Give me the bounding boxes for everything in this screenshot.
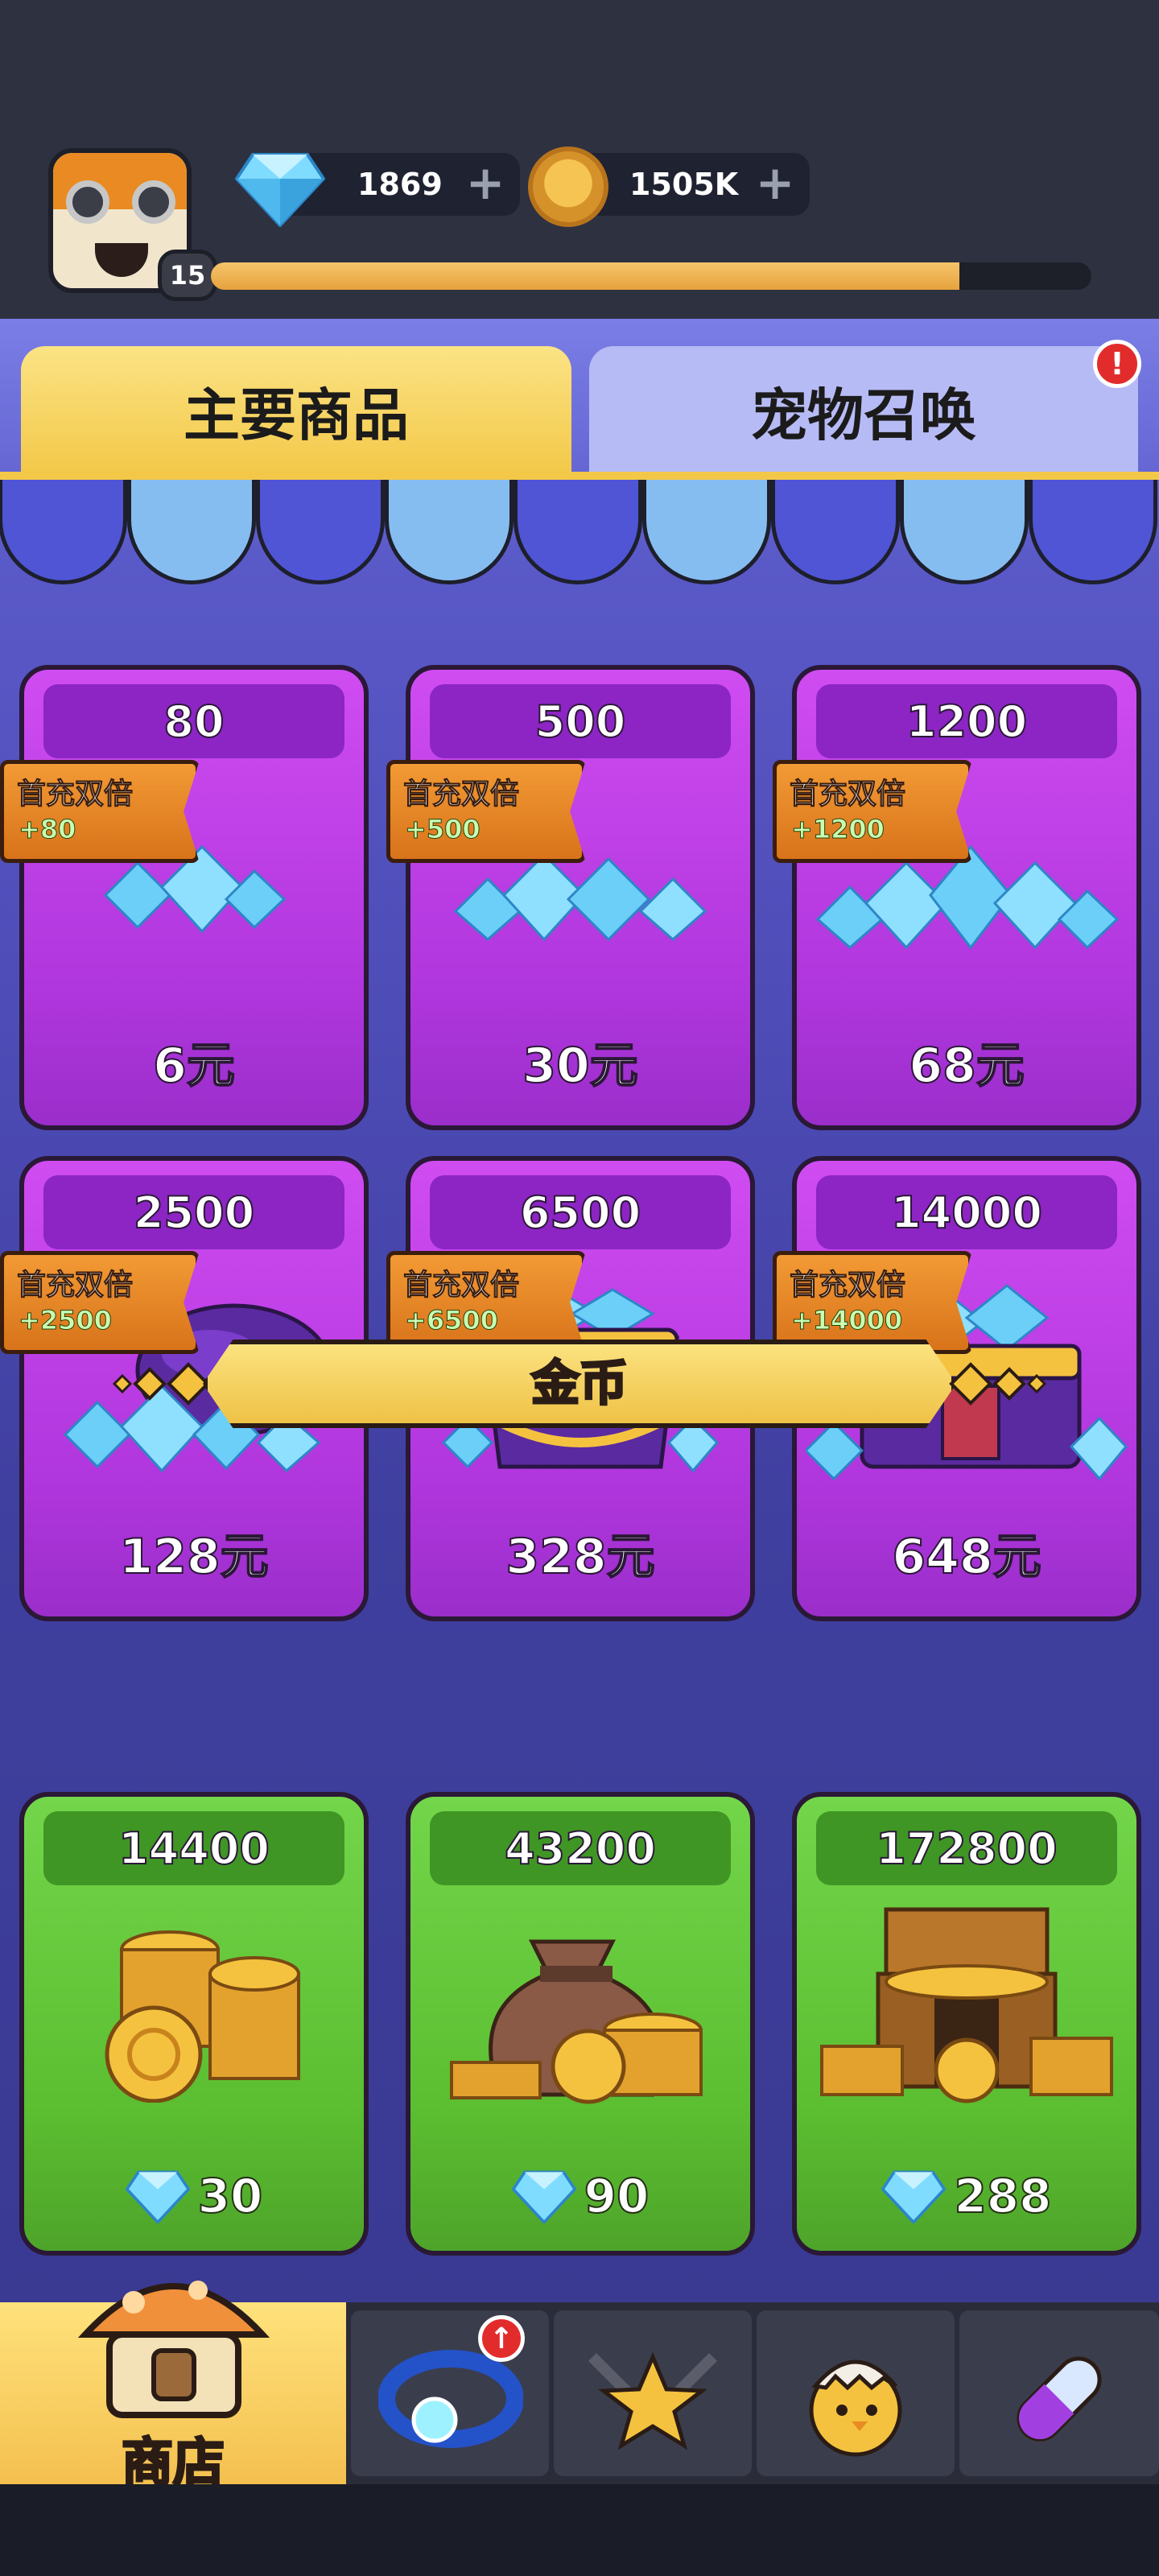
coin-pack-amount: 14400 [43, 1811, 344, 1885]
level-badge: 15 [158, 250, 217, 301]
add-coins-button[interactable]: + [753, 159, 797, 206]
coin-pack-amount: 172800 [816, 1811, 1117, 1885]
first-recharge-ribbon: 首充双倍 +6500 [386, 1251, 586, 1354]
ribbon-label: 首充双倍 [789, 778, 906, 811]
bottom-nav: 商店 [0, 2281, 1159, 2495]
awning-scallop [1029, 480, 1157, 584]
awning-scallop [127, 480, 256, 584]
gem-count: 1869 [357, 167, 443, 202]
ribbon-label: 首充双倍 [16, 1269, 134, 1302]
awning-scallop [385, 480, 514, 584]
coin-pack-cost: 30 [24, 2168, 364, 2224]
coin-pack-cost-value: 90 [584, 2168, 650, 2224]
awning-scallop [0, 480, 127, 584]
nav-battle[interactable] [554, 2310, 752, 2476]
gem-icon [881, 2170, 947, 2223]
ribbon-bonus: +1200 [791, 814, 885, 845]
coin-pack-card[interactable]: 172800 288 [792, 1792, 1141, 2256]
awning-scallop [256, 480, 385, 584]
awning-scallop [514, 480, 642, 584]
gem-icon [235, 153, 325, 227]
gem-pack-card[interactable]: 500 30元 [406, 665, 755, 1130]
nav-pets[interactable] [757, 2310, 955, 2476]
coin-pack-cost-value: 288 [953, 2168, 1052, 2224]
ribbon-label: 首充双倍 [789, 1269, 906, 1302]
coin-section-title: 金币 [530, 1355, 629, 1414]
first-recharge-ribbon: 首充双倍 +14000 [773, 1251, 972, 1354]
first-recharge-ribbon: 首充双倍 +2500 [0, 1251, 200, 1354]
first-recharge-ribbon: 首充双倍 +500 [386, 760, 586, 863]
ribbon-bonus: +6500 [405, 1305, 499, 1336]
first-recharge-ribbon: 首充双倍 +1200 [773, 760, 972, 863]
goggle-right [132, 180, 175, 224]
awning-scallop [771, 480, 900, 584]
goggle-left [66, 180, 109, 224]
gem-pack-price: 128元 [118, 1528, 269, 1586]
tab-pet-summon[interactable]: 宠物召唤 [589, 346, 1138, 475]
first-recharge-ribbon: 首充双倍 +80 [0, 760, 200, 863]
star-swords-icon [588, 2351, 717, 2450]
tab-underline [0, 472, 1159, 480]
gem-pack-amount: 80 [43, 684, 344, 758]
gem-pack-card[interactable]: 80 6元 [19, 665, 369, 1130]
add-gems-button[interactable]: + [464, 159, 507, 206]
gem-pack-amount: 1200 [816, 684, 1117, 758]
gem-pack-amount: 500 [430, 684, 731, 758]
coin-stack-icon [105, 1930, 300, 2103]
tab-main-goods[interactable]: 主要商品 [21, 346, 571, 475]
top-bar: 15 1869 + 1505K + [0, 0, 1159, 319]
banner-decoration-right [949, 1362, 1047, 1406]
ribbon-label: 首充双倍 [402, 1269, 520, 1302]
coin-pack-cost: 288 [797, 2168, 1136, 2224]
xp-bar [211, 262, 1091, 290]
ribbon-label: 首充双倍 [402, 778, 520, 811]
gem-pack-price: 30元 [522, 1037, 639, 1095]
gem-pack-amount: 6500 [430, 1175, 731, 1249]
equipment-upgrade-badge: ↑ [478, 2315, 525, 2362]
banner-decoration-left [112, 1362, 210, 1406]
shop-awning [0, 480, 1159, 592]
bottom-safe-area [0, 2484, 1159, 2576]
pill-capsule-icon [1017, 2356, 1102, 2442]
coin-icon [528, 147, 608, 227]
xp-bar-fill [211, 262, 959, 290]
nav-items[interactable] [959, 2310, 1159, 2476]
coin-chest-icon [820, 1907, 1113, 2103]
gem-pack-card[interactable]: 1200 68元 [792, 665, 1141, 1130]
ribbon-bonus: +500 [405, 814, 481, 845]
coin-pack-cost-value: 30 [197, 2168, 264, 2224]
chick-egg-icon [809, 2359, 902, 2457]
gem-pack-price: 6元 [152, 1037, 236, 1095]
gem-icon [125, 2170, 190, 2223]
gem-icon [511, 2170, 576, 2223]
gem-pack-amount: 14000 [816, 1175, 1117, 1249]
nav-shop[interactable]: 商店 [0, 2281, 346, 2495]
shop-screen: 15 1869 + 1505K + 主要商品 宠物召唤 ! 80 6元 首充双倍… [0, 0, 1159, 2576]
gem-pack-price: 648元 [891, 1528, 1041, 1586]
ribbon-bonus: +2500 [19, 1305, 113, 1336]
avatar-mouth [95, 243, 148, 277]
ribbon-bonus: +80 [18, 814, 76, 845]
coin-pack-card[interactable]: 14400 30 [19, 1792, 369, 2256]
gem-pack-price: 328元 [505, 1528, 655, 1586]
coin-pack-cost: 90 [410, 2168, 750, 2224]
ribbon-bonus: +14000 [790, 1305, 903, 1336]
pet-tab-alert-badge: ! [1093, 340, 1141, 388]
coin-pack-amount: 43200 [430, 1811, 731, 1885]
gem-pack-price: 68元 [908, 1037, 1025, 1095]
coin-pack-card[interactable]: 43200 90 [406, 1792, 755, 2256]
shop-house-icon [77, 2281, 270, 2418]
awning-scallop [900, 480, 1029, 584]
coin-bag-icon [450, 1939, 703, 2104]
gem-pack-amount: 2500 [43, 1175, 344, 1249]
ribbon-label: 首充双倍 [16, 778, 134, 811]
coin-count: 1505K [629, 167, 739, 202]
awning-scallop [642, 480, 771, 584]
